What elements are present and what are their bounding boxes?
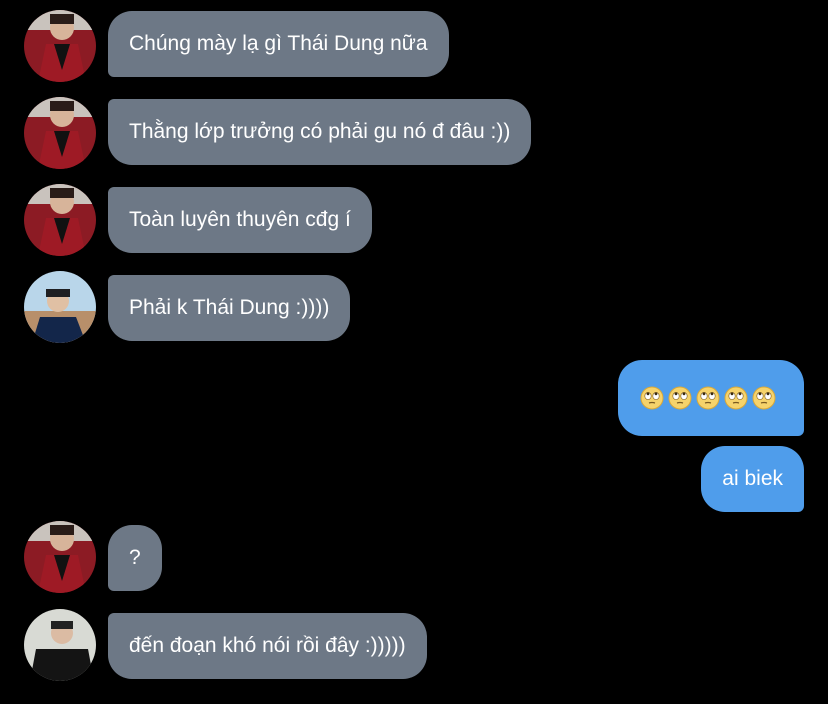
message-bubble-outgoing[interactable]: ai biek: [701, 446, 804, 512]
message-bubble-incoming[interactable]: Chúng mày lạ gì Thái Dung nữa: [108, 11, 449, 77]
rolling-eyes-emoji-row: [640, 386, 780, 410]
rolling-eyes-emoji-icon: [668, 386, 696, 410]
rolling-eyes-emoji-icon: [752, 386, 780, 410]
rolling-eyes-emoji-icon: [640, 386, 668, 410]
avatar-black-shirt[interactable]: [24, 609, 96, 681]
message-bubble-incoming[interactable]: Thằng lớp trưởng có phải gu nó đ đâu :)): [108, 99, 532, 165]
avatar-red-jacket[interactable]: [24, 521, 96, 593]
rolling-eyes-emoji-icon: [696, 386, 724, 410]
message-bubble-incoming[interactable]: Phải k Thái Dung :)))): [108, 275, 351, 341]
avatar-red-jacket[interactable]: [24, 184, 96, 256]
avatar-blue-shirt[interactable]: [24, 271, 96, 343]
message-bubble-outgoing[interactable]: 🙄🙄🙄🙄🙄: [618, 360, 804, 436]
message-bubble-incoming[interactable]: ?: [108, 525, 162, 591]
rolling-eyes-emoji-icon: [724, 386, 752, 410]
message-bubble-incoming[interactable]: đến đoạn khó nói rồi đây :))))): [108, 613, 427, 679]
message-bubble-incoming[interactable]: Toàn luyên thuyên cđg í: [108, 187, 372, 253]
avatar-red-jacket[interactable]: [24, 10, 96, 82]
avatar-red-jacket[interactable]: [24, 97, 96, 169]
